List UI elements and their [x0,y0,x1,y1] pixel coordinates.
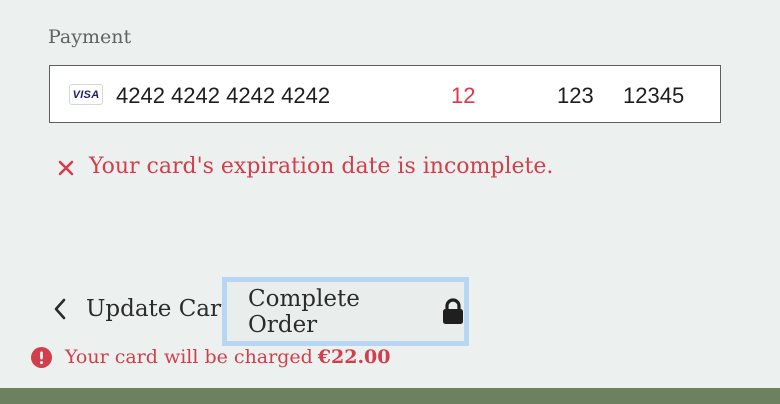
error-text: Your card's expiration date is incomplet… [89,154,554,179]
x-icon [57,158,75,176]
payment-section-label: Payment [48,26,132,48]
card-input-field[interactable]: VISA 4242 4242 4242 4242 12 123 12345 [49,65,721,123]
footer-bar [0,388,780,404]
complete-order-label: Complete Order [248,285,360,338]
card-number-input[interactable]: 4242 4242 4242 4242 [116,83,330,109]
card-cvc-input[interactable]: 123 [557,83,594,109]
card-expiration-input[interactable]: 12 [451,83,475,109]
update-cart-link[interactable]: Update Cart [52,296,230,322]
charge-notice: Your card will be charged €22.00 [31,346,391,368]
complete-order-button[interactable]: Complete Order [222,277,469,346]
alert-circle-icon [31,346,52,368]
charge-text: Your card will be charged [65,346,313,368]
visa-icon: VISA [69,84,103,105]
chevron-left-icon [52,297,68,321]
card-zip-input[interactable]: 12345 [623,83,684,109]
lock-icon [442,298,464,325]
update-cart-label: Update Cart [86,296,231,322]
charge-amount: €22.00 [317,346,391,368]
card-error-message: Your card's expiration date is incomplet… [57,154,553,179]
